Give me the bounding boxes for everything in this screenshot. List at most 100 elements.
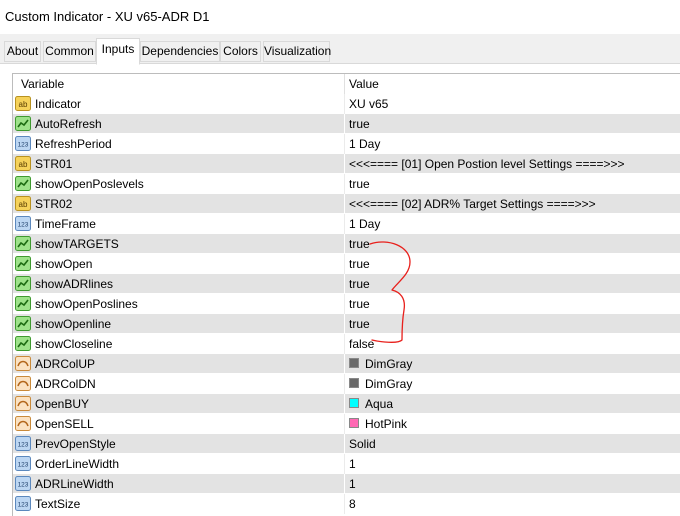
color-icon xyxy=(15,356,31,371)
variable-cell: ab Indicator xyxy=(13,94,344,114)
grid-row-adrlinewidth[interactable]: 123 ADRLineWidth 1 xyxy=(13,474,680,494)
grid-row-showadrlines[interactable]: showADRlines true xyxy=(13,274,680,294)
value-cell[interactable]: true xyxy=(345,174,680,194)
int-123-icon: 123 xyxy=(15,476,31,491)
variable-cell: showTARGETS xyxy=(13,234,344,254)
inputs-grid: Variable Value ab Indicator XU v65 AutoRefr… xyxy=(12,73,680,516)
svg-text:123: 123 xyxy=(18,142,29,149)
grid-row-refreshperiod[interactable]: 123 RefreshPeriod 1 Day xyxy=(13,134,680,154)
variable-cell: ab STR02 xyxy=(13,194,344,214)
grid-row-showcloseline[interactable]: showCloseline false xyxy=(13,334,680,354)
svg-text:123: 123 xyxy=(18,502,29,509)
grid-row-textsize[interactable]: 123 TextSize 8 xyxy=(13,494,680,514)
title-bar: Custom Indicator - XU v65-ADR D1 xyxy=(0,0,680,34)
variable-cell: showADRlines xyxy=(13,274,344,294)
variable-cell: OpenBUY xyxy=(13,394,344,414)
svg-text:123: 123 xyxy=(18,222,29,229)
variable-cell: ADRColDN xyxy=(13,374,344,394)
value-cell[interactable]: XU v65 xyxy=(345,94,680,114)
value-cell[interactable]: true xyxy=(345,254,680,274)
value-text: true xyxy=(349,177,370,191)
value-cell[interactable]: true xyxy=(345,114,680,134)
variable-cell: ab STR01 xyxy=(13,154,344,174)
tab-common[interactable]: Common xyxy=(43,41,96,62)
value-cell[interactable]: true xyxy=(345,294,680,314)
value-cell[interactable]: 1 Day xyxy=(345,214,680,234)
variable-name: showCloseline xyxy=(35,337,113,351)
value-text: <<<==== [02] ADR% Target Settings ====>>… xyxy=(349,197,596,211)
value-cell[interactable]: DimGray xyxy=(345,374,680,394)
svg-text:ab: ab xyxy=(19,160,28,169)
value-cell[interactable]: true xyxy=(345,274,680,294)
value-cell[interactable]: Solid xyxy=(345,434,680,454)
int-123-icon: 123 xyxy=(15,216,31,231)
grid-row-showopen[interactable]: showOpen true xyxy=(13,254,680,274)
tab-visualization[interactable]: Visualization xyxy=(263,41,331,62)
value-cell[interactable]: true xyxy=(345,314,680,334)
tab-strip: About Common Inputs Dependencies Colors … xyxy=(0,34,680,65)
grid-row-showopenline[interactable]: showOpenline true xyxy=(13,314,680,334)
value-cell[interactable]: HotPink xyxy=(345,414,680,434)
color-icon xyxy=(15,416,31,431)
value-text: Solid xyxy=(349,437,376,451)
grid-row-adrcolup[interactable]: ADRColUP DimGray xyxy=(13,354,680,374)
grid-row-str02[interactable]: ab STR02 <<<==== [02] ADR% Target Settings… xyxy=(13,194,680,214)
column-header-value[interactable]: Value xyxy=(349,77,379,91)
grid-row-timeframe[interactable]: 123 TimeFrame 1 Day xyxy=(13,214,680,234)
value-text: 1 xyxy=(349,477,356,491)
grid-row-showtargets[interactable]: showTARGETS true xyxy=(13,234,680,254)
value-cell[interactable]: 8 xyxy=(345,494,680,514)
value-cell[interactable]: <<<==== [01] Open Postion level Settings… xyxy=(345,154,680,174)
variable-name: showTARGETS xyxy=(35,237,119,251)
tab-inputs[interactable]: Inputs xyxy=(96,38,140,65)
value-text: true xyxy=(349,317,370,331)
value-cell[interactable]: DimGray xyxy=(345,354,680,374)
variable-name: RefreshPeriod xyxy=(35,137,112,151)
bool-green-icon xyxy=(15,296,31,311)
variable-cell: showOpenPoslevels xyxy=(13,174,344,194)
color-swatch[interactable] xyxy=(349,398,359,408)
variable-cell: ADRColUP xyxy=(13,354,344,374)
variable-cell: showOpenPoslines xyxy=(13,294,344,314)
color-swatch[interactable] xyxy=(349,358,359,368)
value-text: false xyxy=(349,337,375,351)
variable-name: TimeFrame xyxy=(35,217,96,231)
grid-row-showopenposlevels[interactable]: showOpenPoslevels true xyxy=(13,174,680,194)
value-cell[interactable]: <<<==== [02] ADR% Target Settings ====>>… xyxy=(345,194,680,214)
value-text: true xyxy=(349,257,370,271)
value-cell[interactable]: 1 xyxy=(345,454,680,474)
value-text: DimGray xyxy=(365,377,413,391)
grid-row-openbuy[interactable]: OpenBUY Aqua xyxy=(13,394,680,414)
variable-name: OpenSELL xyxy=(35,417,94,431)
string-ab-icon: ab xyxy=(15,156,31,171)
grid-row-str01[interactable]: ab STR01 <<<==== [01] Open Postion level S… xyxy=(13,154,680,174)
value-cell[interactable]: 1 xyxy=(345,474,680,494)
value-text: HotPink xyxy=(365,417,408,431)
grid-header: Variable Value xyxy=(13,74,680,94)
grid-row-indicator[interactable]: ab Indicator XU v65 xyxy=(13,94,680,114)
grid-row-prevopenstyle[interactable]: 123 PrevOpenStyle Solid xyxy=(13,434,680,454)
value-text: true xyxy=(349,297,370,311)
grid-row-showopenposlines[interactable]: showOpenPoslines true xyxy=(13,294,680,314)
column-separator[interactable] xyxy=(344,74,345,94)
color-swatch[interactable] xyxy=(349,378,359,388)
grid-row-orderlinewidth[interactable]: 123 OrderLineWidth 1 xyxy=(13,454,680,474)
grid-row-opensell[interactable]: OpenSELL HotPink xyxy=(13,414,680,434)
svg-text:123: 123 xyxy=(18,442,29,449)
variable-name: showOpenPoslevels xyxy=(35,177,144,191)
column-header-variable[interactable]: Variable xyxy=(21,77,64,91)
grid-row-autorefresh[interactable]: AutoRefresh true xyxy=(13,114,680,134)
tab-about[interactable]: About xyxy=(4,41,41,62)
variable-name: STR01 xyxy=(35,157,73,171)
tab-colors[interactable]: Colors xyxy=(220,41,261,62)
tab-dependencies[interactable]: Dependencies xyxy=(140,41,220,62)
value-text: 1 Day xyxy=(349,217,381,231)
value-cell[interactable]: true xyxy=(345,234,680,254)
variable-cell: 123 RefreshPeriod xyxy=(13,134,344,154)
variable-name: ADRColDN xyxy=(35,377,96,391)
color-swatch[interactable] xyxy=(349,418,359,428)
grid-row-adrcoldn[interactable]: ADRColDN DimGray xyxy=(13,374,680,394)
value-cell[interactable]: Aqua xyxy=(345,394,680,414)
value-cell[interactable]: 1 Day xyxy=(345,134,680,154)
value-cell[interactable]: false xyxy=(345,334,680,354)
